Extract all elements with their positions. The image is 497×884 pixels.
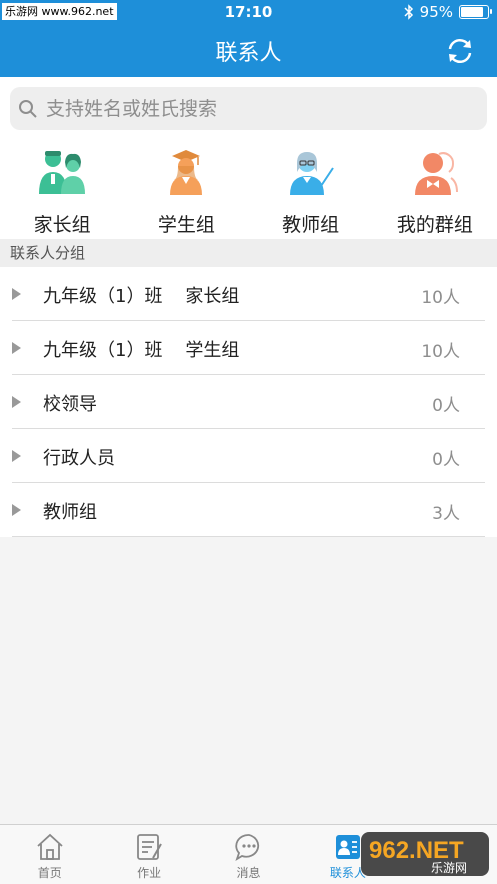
list-item[interactable]: 教师组 3人: [0, 483, 497, 537]
expand-arrow-icon: [12, 288, 21, 300]
bluetooth-icon: [404, 4, 413, 20]
group-teachers-label: 教师组: [282, 214, 340, 236]
group-mine[interactable]: 我的群组: [373, 141, 497, 239]
watermark-subtitle: 乐游网: [431, 861, 467, 875]
list-item[interactable]: 九年级（1）班 学生组 10人: [0, 321, 497, 375]
teacher-icon: [289, 152, 334, 195]
search-bar[interactable]: [10, 87, 487, 130]
contacts-icon: [335, 835, 360, 859]
tab-messages-label: 消息: [236, 866, 261, 880]
expand-arrow-icon: [12, 504, 21, 516]
expand-arrow-icon: [12, 396, 21, 408]
group-name: 行政人员: [43, 448, 115, 469]
expand-arrow-icon: [12, 342, 21, 354]
battery-percent: 95%: [419, 3, 453, 21]
group-name: 九年级（1）班 学生组: [43, 340, 240, 361]
group-parents-label: 家长组: [33, 214, 91, 236]
group-students-label: 学生组: [157, 214, 215, 236]
group-count: 0人: [432, 396, 460, 416]
group-count: 3人: [432, 504, 460, 524]
tab-home-label: 首页: [37, 866, 62, 880]
homework-icon: [137, 834, 162, 860]
group-name: 校领导: [43, 394, 97, 415]
list-item[interactable]: 九年级（1）班 家长组 10人: [0, 267, 497, 321]
search-section: [0, 77, 497, 141]
tab-homework-label: 作业: [137, 866, 162, 880]
status-bar: 乐游网 www.962.net 17:10 95%: [0, 0, 497, 24]
search-icon: [19, 99, 37, 118]
battery-icon: [459, 5, 492, 19]
nav-bar: 联系人: [0, 24, 497, 77]
contact-group-list: 九年级（1）班 家长组 10人 九年级（1）班 学生组 10人 校领导 0人 行…: [0, 267, 497, 537]
search-input[interactable]: [44, 96, 468, 121]
list-item[interactable]: 行政人员 0人: [0, 429, 497, 483]
page-title: 联系人: [215, 41, 282, 66]
tab-messages[interactable]: 消息: [199, 825, 298, 884]
group-students[interactable]: 学生组: [124, 141, 248, 239]
tab-home[interactable]: 首页: [0, 825, 99, 884]
watermark-logo: 962.NET 乐游网: [361, 832, 489, 876]
expand-arrow-icon: [12, 450, 21, 462]
home-icon: [37, 833, 63, 860]
group-teachers[interactable]: 教师组: [249, 141, 373, 239]
group-parents[interactable]: 家长组: [0, 141, 124, 239]
group-shortcuts: 家长组 学生组 教师组 我的群组: [0, 141, 497, 239]
group-mine-label: 我的群组: [396, 214, 473, 236]
parents-icon: [39, 151, 86, 194]
student-graduate-icon: [170, 150, 203, 195]
divider: [12, 536, 485, 537]
section-header: 联系人分组: [0, 239, 497, 267]
message-icon: [234, 834, 259, 862]
group-count: 0人: [432, 450, 460, 470]
tab-homework[interactable]: 作业: [99, 825, 198, 884]
my-group-icon: [414, 152, 458, 195]
group-count: 10人: [421, 342, 460, 362]
watermark-brand: 962.NET: [369, 837, 464, 864]
refresh-icon[interactable]: [445, 36, 475, 66]
list-item[interactable]: 校领导 0人: [0, 375, 497, 429]
group-count: 10人: [421, 288, 460, 308]
group-name: 九年级（1）班 家长组: [43, 286, 240, 307]
status-right: 95%: [404, 3, 492, 21]
group-name: 教师组: [43, 502, 97, 523]
